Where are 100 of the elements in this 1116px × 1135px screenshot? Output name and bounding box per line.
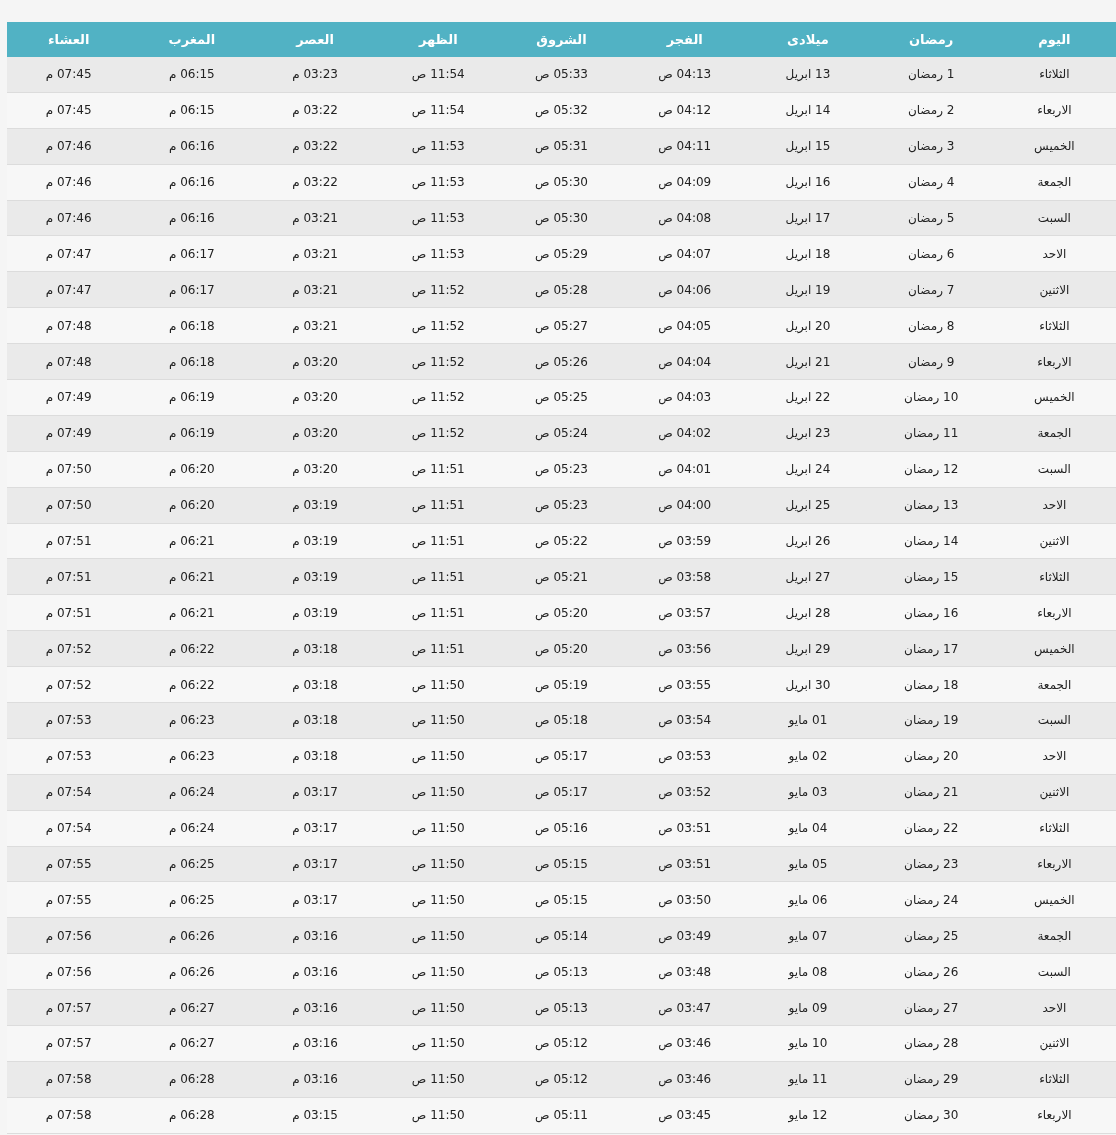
table-cell: 11:52 ص [411, 318, 465, 333]
table-cell: السبت [1037, 211, 1071, 225]
table-cell: 2 رمضان [907, 103, 955, 118]
table-cell: 05:20 ص [535, 641, 588, 656]
table-cell: 11:51 ص [411, 641, 465, 656]
table-cell: 04 مايو [788, 821, 828, 836]
table-cell: 07:50 م [45, 462, 92, 477]
table-cell: 03:16 م [292, 1036, 338, 1051]
column-header: الشروق [536, 32, 587, 47]
table-cell: 06:21 م [168, 569, 215, 584]
table-cell: 11:52 ص [411, 426, 465, 441]
table-cell: 11:51 ص [411, 498, 465, 513]
table-cell: 05:18 ص [535, 713, 588, 728]
table-cell: 5 رمضان [907, 211, 955, 225]
table-cell: 25 رمضان [904, 928, 959, 943]
table-cell: 15 ابريل [785, 139, 831, 154]
table-cell: 11:52 ص [411, 390, 465, 405]
table-cell: 04:12 ص [658, 103, 712, 118]
table-cell: 07:53 م [45, 713, 92, 728]
table-cell: 07:52 م [45, 641, 92, 656]
table-cell: 09 مايو [788, 1000, 828, 1015]
table-cell: 23 ابريل [785, 426, 831, 441]
table-cell: 03:21 م [292, 211, 338, 225]
table-cell: 04:04 ص [658, 354, 712, 369]
table-cell: الاثنين [1039, 1036, 1070, 1051]
table-cell: 05:28 ص [535, 282, 588, 297]
table-cell: 13 ابريل [785, 67, 831, 82]
table-cell: 03:21 م [292, 318, 338, 333]
table-cell: 07:56 م [45, 964, 92, 979]
table-cell: 11:50 ص [411, 928, 465, 943]
table-cell: 03:54 ص [658, 713, 712, 728]
table-cell: 12 رمضان [904, 462, 959, 477]
table-cell: 28 رمضان [904, 1036, 959, 1051]
table-cell: 06:19 م [168, 390, 215, 405]
table-cell: الخميس [1034, 892, 1075, 907]
table-cell: 13 رمضان [904, 498, 959, 513]
table-cell: 03:49 ص [658, 928, 712, 943]
table-cell: 10 رمضان [904, 390, 959, 405]
table-cell: 15 رمضان [904, 569, 959, 584]
table-cell: 03:16 م [292, 1072, 338, 1087]
table-cell: 06:27 م [168, 1036, 215, 1051]
table-cell: 03:16 م [292, 1000, 338, 1015]
table-cell: 07:52 م [45, 677, 92, 692]
column-header: اليوم [1038, 32, 1071, 47]
table-cell: 7 رمضان [907, 282, 955, 297]
table-cell: 18 رمضان [904, 677, 959, 692]
table-cell: 06:18 م [168, 318, 215, 333]
table-cell: 03:19 م [292, 569, 338, 584]
table-cell: 19 ابريل [785, 282, 831, 297]
table-cell: 06:15 م [168, 67, 215, 82]
table-cell: 03:45 ص [658, 1108, 712, 1123]
table-cell: 05:17 ص [535, 749, 588, 764]
table-cell: الثلاثاء [1039, 1072, 1070, 1087]
table-cell: 16 ابريل [785, 175, 831, 190]
table-cell: 11:50 ص [411, 749, 465, 764]
table-cell: 05 مايو [788, 857, 828, 872]
table-cell: 3 رمضان [907, 139, 955, 154]
table-cell: 30 ابريل [785, 677, 831, 692]
table-cell: 03:59 ص [658, 534, 712, 548]
table-cell: 03:19 م [292, 498, 338, 513]
table-cell: 06:22 م [168, 677, 215, 692]
table-cell: الاربعاء [1037, 1108, 1072, 1123]
table-cell: 05:24 ص [535, 426, 588, 441]
table-cell: 18 ابريل [785, 246, 831, 261]
table-cell: 11:50 ص [411, 821, 465, 836]
table-cell: 14 ابريل [785, 103, 831, 118]
table-cell: الثلاثاء [1039, 821, 1070, 836]
table-cell: 29 ابريل [785, 641, 831, 656]
table-cell: 11:50 ص [411, 1036, 465, 1051]
table-cell: 03:20 م [292, 390, 338, 405]
table-cell: 06:15 م [168, 103, 215, 118]
table-cell: 05:21 ص [535, 569, 588, 584]
table-cell: الخميس [1034, 390, 1075, 405]
table-cell: 03:17 م [292, 857, 338, 872]
table-cell: 05:23 ص [535, 498, 588, 513]
table-cell: 07:51 م [45, 605, 92, 620]
table-cell: 11:53 ص [411, 139, 465, 154]
table-cell: الاربعاء [1037, 857, 1072, 872]
table-cell: 30 رمضان [904, 1108, 959, 1123]
table-cell: 05:31 ص [535, 139, 588, 154]
table-cell: 14 رمضان [904, 534, 959, 548]
table-cell: الاثنين [1039, 282, 1070, 297]
table-cell: الخميس [1034, 641, 1075, 656]
table-cell: 03:16 م [292, 928, 338, 943]
table-cell: 03:53 ص [658, 749, 712, 764]
table-cell: 11 مايو [788, 1072, 828, 1087]
table-cell: 03:55 ص [658, 677, 712, 692]
table-cell: 04:06 ص [658, 282, 712, 297]
table-cell: 07:53 م [45, 749, 92, 764]
table-cell: 07:55 م [45, 892, 92, 907]
table-cell: 05:14 ص [535, 928, 588, 943]
table-cell: 11:50 ص [411, 677, 465, 692]
table-cell: 03:21 م [292, 246, 338, 261]
table-cell: 08 مايو [788, 964, 828, 979]
table-cell: 03:57 ص [658, 605, 712, 620]
table-cell: 07:47 م [45, 246, 92, 261]
table-cell: 07:47 م [45, 282, 92, 297]
table-cell: 05:19 ص [535, 677, 588, 692]
table-cell: 05:16 ص [535, 821, 588, 836]
table-cell: 04:01 ص [658, 462, 712, 477]
